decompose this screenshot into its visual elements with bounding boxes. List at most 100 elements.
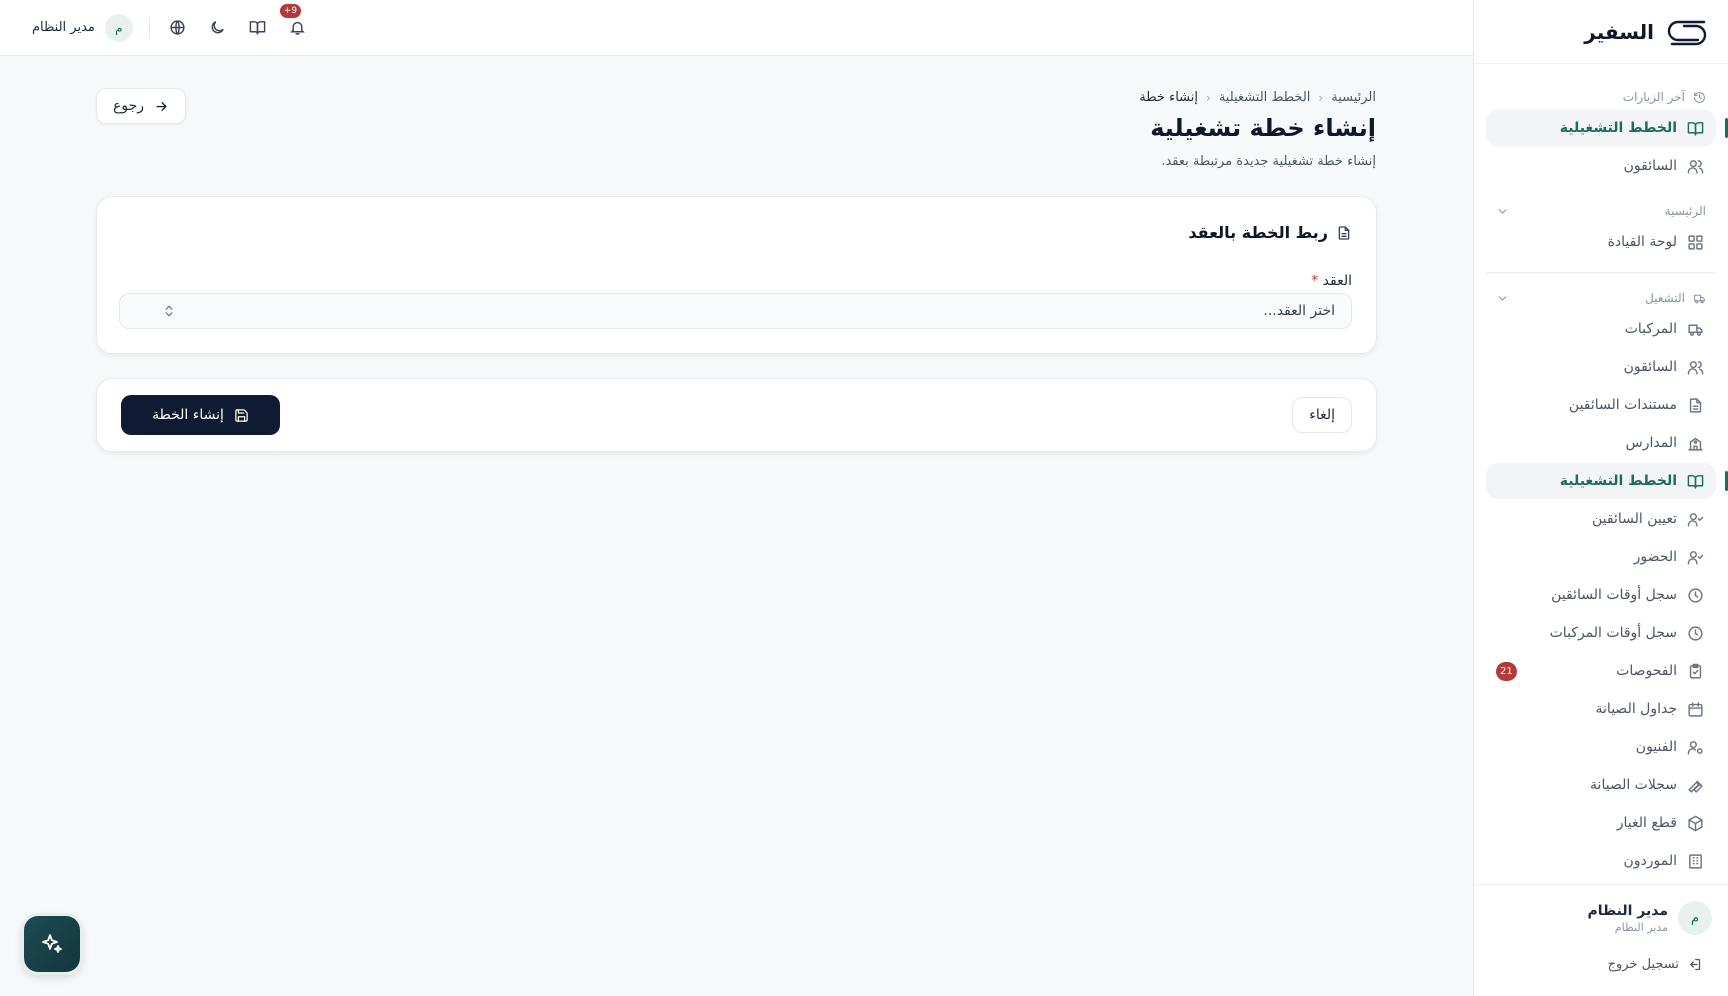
back-button[interactable]: رجوع <box>96 88 187 124</box>
contract-field-label: العقد * <box>1307 273 1352 289</box>
page-header: الرئيسية ‹ الخطط التشغيلية ‹ إنشاء خطة إ… <box>96 56 1376 169</box>
guide-button[interactable] <box>246 16 270 40</box>
calendar-icon <box>1688 701 1703 717</box>
sidebar-footer: م مدير النظام مدير النظام تسجيل خروج <box>1474 884 1728 996</box>
recent-item-drivers[interactable]: السائقون <box>1486 148 1716 184</box>
history-icon <box>1694 91 1705 103</box>
topbar-divider <box>148 16 150 39</box>
bell-icon <box>290 21 306 35</box>
sidebar: السفير آخر الزيارات الخطط التشغيلية السا… <box>1473 0 1728 996</box>
brand[interactable]: السفير <box>1474 0 1728 64</box>
sidebar-item-schools[interactable]: المدارس <box>1486 425 1716 461</box>
recent-item-operational-plans[interactable]: الخطط التشغيلية <box>1486 110 1728 146</box>
ai-assistant-button[interactable] <box>24 916 80 972</box>
sidebar-item-label: سجلات الصيانة <box>1590 777 1677 793</box>
sidebar-item-dashboard[interactable]: لوحة القيادة <box>1486 224 1716 260</box>
sidebar-item-label: قطع الغيار <box>1616 815 1677 831</box>
chevron-down-icon <box>1498 295 1507 301</box>
sidebar-item-label: الحضور <box>1633 549 1677 565</box>
topbar-user[interactable]: م مدير النظام <box>32 13 133 42</box>
main-content: الرئيسية ‹ الخطط التشغيلية ‹ إنشاء خطة إ… <box>96 56 1377 452</box>
sidebar-item-maintenance-schedules[interactable]: جداول الصيانة <box>1486 691 1716 727</box>
language-button[interactable] <box>166 16 190 40</box>
sidebar-item-label: سجل أوقات المركبات <box>1549 625 1677 641</box>
sparkles-icon <box>42 934 62 953</box>
sidebar-item-operational-plans[interactable]: الخطط التشغيلية <box>1486 463 1728 499</box>
sidebar-item-inspections[interactable]: الفحوصات 21 <box>1486 653 1716 689</box>
avatar: م <box>104 13 133 42</box>
building-icon <box>1689 853 1702 869</box>
topbar-tools: م مدير النظام +9 <box>32 3 310 42</box>
logout-button[interactable]: تسجيل خروج <box>1490 957 1712 972</box>
user-check-icon <box>1687 512 1704 527</box>
sidebar-item-label: لوحة القيادة <box>1607 234 1677 250</box>
create-plan-button[interactable]: إنشاء الخطة <box>121 395 280 435</box>
inspections-count-badge: 21 <box>1496 662 1517 681</box>
cancel-button-label: إلغاء <box>1309 407 1335 423</box>
sidebar-item-label: جداول الصيانة <box>1595 701 1677 717</box>
book-open-icon <box>1687 121 1704 136</box>
sidebar-item-label: سجل أوقات السائقين <box>1551 587 1677 603</box>
theme-toggle-button[interactable] <box>206 16 230 40</box>
sidebar-item-label: الخطط التشغيلية <box>1559 473 1677 489</box>
brand-logo-icon <box>1667 20 1707 45</box>
sidebar-item-technicians[interactable]: الفنيون <box>1486 729 1716 765</box>
clipboard-check-icon <box>1689 663 1702 679</box>
contract-select[interactable]: اختر العقد... <box>119 293 1352 329</box>
chevrons-up-down-icon <box>165 305 173 317</box>
globe-icon <box>170 20 185 35</box>
breadcrumb-plans[interactable]: الخطط التشغيلية <box>1219 90 1311 105</box>
sidebar-item-driver-documents[interactable]: مستندات السائقين <box>1486 387 1716 423</box>
sidebar-user[interactable]: م مدير النظام مدير النظام <box>1490 901 1712 935</box>
logout-icon <box>1689 958 1701 971</box>
sidebar-nav: آخر الزيارات الخطط التشغيلية السائقون ال… <box>1474 64 1728 879</box>
sidebar-item-attendance[interactable]: الحضور <box>1486 539 1716 575</box>
file-text-icon <box>1689 397 1702 413</box>
sidebar-item-drivers[interactable]: السائقون <box>1486 349 1716 385</box>
sidebar-item-label: المركبات <box>1624 321 1677 337</box>
sidebar-item-vehicle-timesheet[interactable]: سجل أوقات المركبات <box>1486 615 1716 651</box>
user-role: مدير النظام <box>1614 920 1668 934</box>
contract-link-card: ربط الخطة بالعقد العقد * اختر العقد... <box>96 196 1377 354</box>
sidebar-item-spare-parts[interactable]: قطع الغيار <box>1486 805 1716 841</box>
sidebar-item-maintenance-records[interactable]: سجلات الصيانة <box>1486 767 1716 803</box>
sidebar-item-label: الفنيون <box>1635 739 1677 755</box>
users-icon <box>1687 360 1704 375</box>
section-operations-label: التشغيل <box>1645 291 1685 305</box>
sidebar-item-label: الفحوصات <box>1616 663 1677 679</box>
sidebar-item-vehicles[interactable]: المركبات <box>1486 311 1716 347</box>
breadcrumb-current: إنشاء خطة <box>1139 90 1198 105</box>
school-icon <box>1688 437 1703 451</box>
contract-select-placeholder: اختر العقد... <box>1263 303 1335 319</box>
truck-icon <box>1688 324 1703 336</box>
section-recent-label: آخر الزيارات <box>1622 90 1685 104</box>
section-recent: آخر الزيارات <box>1486 84 1716 110</box>
section-operations[interactable]: التشغيل <box>1486 285 1716 311</box>
sidebar-item-driver-timesheet[interactable]: سجل أوقات السائقين <box>1486 577 1716 613</box>
clock-icon <box>1688 625 1703 641</box>
sidebar-item-driver-assignment[interactable]: تعيين السائقين <box>1486 501 1716 537</box>
chevron-down-icon <box>1498 208 1507 214</box>
topbar: م مدير النظام +9 <box>0 0 1473 56</box>
sidebar-item-suppliers[interactable]: الموردون <box>1486 843 1716 879</box>
form-actions-card: إلغاء إنشاء الخطة <box>96 378 1377 452</box>
truck-icon <box>1694 294 1705 303</box>
section-home-label: الرئيسية <box>1664 204 1706 218</box>
sidebar-item-label: الموردون <box>1623 853 1677 869</box>
section-home[interactable]: الرئيسية <box>1486 198 1716 224</box>
topbar-user-name: مدير النظام <box>32 20 95 35</box>
logout-label: تسجيل خروج <box>1607 957 1679 972</box>
cancel-button[interactable]: إلغاء <box>1292 397 1352 433</box>
sidebar-item-label: مستندات السائقين <box>1568 397 1677 413</box>
moon-icon <box>212 21 225 34</box>
page-title: إنشاء خطة تشغيلية <box>1150 114 1376 142</box>
notifications-button[interactable]: +9 <box>279 3 310 40</box>
recent-item-label: الخطط التشغيلية <box>1559 120 1677 136</box>
user-name: مدير النظام <box>1587 902 1668 919</box>
breadcrumb: الرئيسية ‹ الخطط التشغيلية ‹ إنشاء خطة <box>1139 90 1376 105</box>
brand-name: السفير <box>1584 19 1654 44</box>
contract-label-text: العقد <box>1322 273 1352 289</box>
sidebar-item-label: تعيين السائقين <box>1592 511 1677 527</box>
sidebar-item-label: السائقون <box>1623 359 1677 375</box>
breadcrumb-home[interactable]: الرئيسية <box>1331 90 1376 105</box>
